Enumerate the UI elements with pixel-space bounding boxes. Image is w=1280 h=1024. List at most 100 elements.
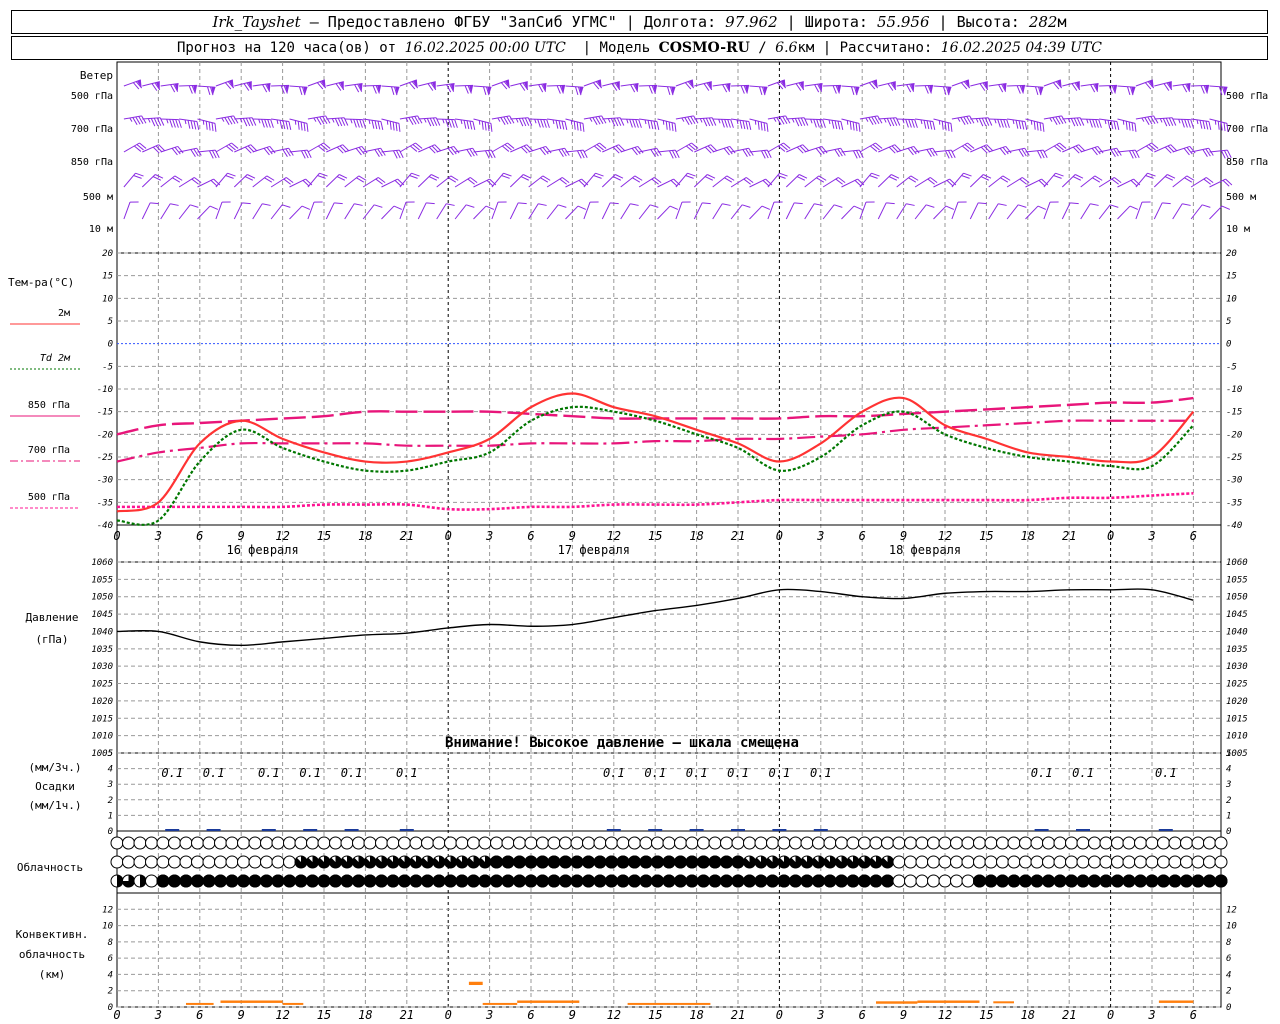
wind-barb-shaft — [638, 204, 651, 220]
conv-xtick: 18 — [358, 1008, 372, 1022]
wind-barb-flag — [944, 121, 947, 131]
wind-barb-flag — [1220, 121, 1223, 131]
cloud-symbol-full — [536, 874, 549, 888]
wind-barb — [1135, 79, 1155, 90]
wind-barb-flag — [356, 119, 360, 128]
temp-ytick-right: 10 — [1226, 294, 1237, 304]
cloud-symbol — [1122, 836, 1136, 850]
wind-barb-flag — [188, 85, 193, 94]
wind-barb — [1117, 85, 1136, 96]
wind-barb-shaft — [951, 201, 959, 220]
wind-barb-flag — [1199, 120, 1203, 129]
wind-barb-shaft — [1172, 203, 1183, 220]
cloud-symbol — [892, 855, 906, 869]
wind-barb-shaft — [1080, 203, 1091, 220]
temp-title: Тем-ра(°С) — [8, 276, 74, 289]
wind-barb — [179, 84, 198, 94]
wind-barb-half — [1178, 119, 1181, 124]
cloud-symbol — [271, 836, 285, 850]
wind-barb-flag — [729, 146, 736, 154]
conv-xtick: 6 — [527, 1008, 534, 1022]
wind-barb-flag — [498, 201, 507, 203]
wind-barb-flag — [1041, 178, 1049, 186]
wind-barb — [583, 79, 603, 90]
cloud-symbol-full — [524, 874, 538, 888]
wind-barb-flag — [242, 202, 251, 205]
cloud-symbol — [674, 836, 687, 850]
conv-xtick: 3 — [1147, 1008, 1155, 1022]
wind-barb-shaft — [841, 205, 855, 220]
wind-barb-flag — [222, 201, 231, 203]
cloud-symbol — [915, 874, 929, 888]
cloud-symbol — [938, 874, 952, 888]
wind-barb-flag — [742, 204, 751, 208]
wind-barb — [767, 79, 787, 90]
wind-barb — [896, 145, 920, 156]
wind-barb-flag — [262, 203, 271, 206]
temp-ytick: 15 — [102, 272, 113, 282]
pressure-ytick-right: 1015 — [1226, 714, 1248, 724]
wind-barb-flag — [267, 119, 271, 128]
cloud-symbol-full — [375, 874, 388, 888]
wind-barb-flag — [1090, 203, 1099, 206]
cloud-symbol — [1180, 855, 1193, 869]
wind-barb — [123, 115, 147, 126]
wind-barb — [215, 115, 239, 126]
wind-barb-half — [423, 118, 427, 123]
wind-barb-flag — [193, 120, 197, 130]
wind-barb-flag — [1205, 120, 1209, 130]
conv-xtick: 9 — [238, 1008, 245, 1022]
wind-barb-flag — [270, 119, 274, 128]
wind-barb — [344, 203, 363, 220]
cloud-symbol — [237, 836, 250, 850]
conv-cloud-bar — [517, 1000, 580, 1003]
pressure-ytick: 1040 — [91, 627, 113, 637]
cloud-symbol-full — [812, 874, 825, 888]
wind-barb — [804, 175, 827, 188]
temp-xtick: 6 — [859, 529, 866, 543]
wind-barb-shaft — [454, 204, 467, 220]
wind-barb — [951, 142, 975, 153]
wind-barb — [325, 202, 343, 220]
wind-barb-flag — [1091, 147, 1098, 156]
wind-barb — [197, 118, 217, 132]
temp-ytick: -10 — [97, 385, 113, 395]
precip-bar — [689, 829, 704, 831]
cloud-symbol — [915, 836, 929, 850]
wind-barb — [509, 174, 532, 188]
cloud-symbol — [973, 836, 986, 850]
wind-barb — [546, 177, 570, 188]
pressure-ytick-right: 1025 — [1226, 680, 1248, 690]
cloud-symbol — [513, 836, 526, 850]
wind-barb — [160, 145, 184, 156]
wind-barb — [215, 172, 236, 188]
cloud-symbol-full — [616, 874, 630, 888]
pressure-ytick: 1025 — [91, 680, 113, 690]
conv-cloud-bar — [1158, 1000, 1194, 1003]
cloud-symbol — [179, 836, 193, 850]
wind-barb-flag — [857, 178, 865, 186]
wind-barb-shaft — [896, 203, 907, 220]
day-label: 16 февраля — [226, 543, 298, 557]
wind-barb — [141, 174, 164, 188]
conv-xtick: 15 — [979, 1008, 993, 1022]
pressure-ytick-right: 1030 — [1226, 662, 1248, 672]
conv-xtick: 21 — [731, 1008, 745, 1022]
wind-barb-half — [681, 117, 685, 122]
wind-barb — [914, 204, 935, 220]
cloud-symbol — [386, 836, 400, 850]
precip-ytick-right: 2 — [1226, 796, 1231, 806]
wind-barb-flag — [822, 119, 826, 128]
wind-barb-flag — [849, 121, 852, 130]
wind-barb — [638, 147, 662, 157]
wind-barb — [731, 118, 752, 130]
wind-barb-flag — [906, 203, 915, 206]
temp-xtick: 15 — [317, 529, 331, 543]
wind-barb — [454, 204, 475, 220]
wind-barb-flag — [1000, 119, 1004, 128]
wind-barb-shaft — [417, 202, 427, 220]
wind-barb-flag — [426, 202, 435, 205]
wind-barb-flag — [632, 119, 636, 128]
cloud-symbol — [214, 836, 227, 850]
pressure-ytick: 1045 — [91, 610, 113, 620]
